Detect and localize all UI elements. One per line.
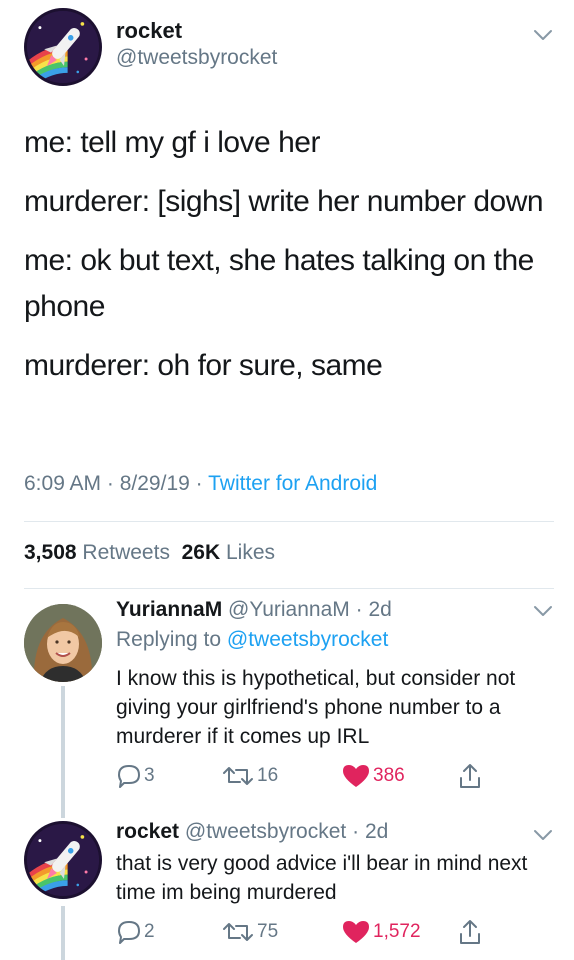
meta-separator: · bbox=[189, 472, 209, 495]
divider bbox=[24, 588, 554, 589]
reply-header: YuriannaM @YuriannaM · 2d bbox=[116, 598, 392, 621]
user-photo-icon bbox=[24, 604, 102, 682]
tweet-date[interactable]: 8/29/19 bbox=[120, 472, 190, 495]
tweet-stats: 3,508 Retweets 26K Likes bbox=[24, 541, 275, 565]
tweet-line: murderer: [sighs] write her number down bbox=[24, 185, 544, 218]
retweet-button[interactable]: 75 bbox=[221, 917, 278, 947]
like-button[interactable]: 386 bbox=[341, 761, 405, 791]
reply-text: that is very good advice i'll bear in mi… bbox=[116, 852, 528, 904]
likes-stat[interactable]: 26K Likes bbox=[182, 541, 275, 564]
tweet-source-link[interactable]: Twitter for Android bbox=[208, 472, 377, 495]
reply-text: I know this is hypothetical, but conside… bbox=[116, 667, 516, 748]
rocket-avatar-icon bbox=[27, 11, 99, 83]
tweet-line: me: ok but text, she hates talking on th… bbox=[24, 244, 534, 323]
thread-line bbox=[61, 686, 65, 818]
avatar[interactable] bbox=[24, 821, 102, 899]
tweet-text: me: tell my gf i love her murderer: [sig… bbox=[24, 120, 554, 402]
share-icon bbox=[460, 764, 480, 788]
rocket-avatar-icon bbox=[27, 824, 99, 896]
tweet-line: murderer: oh for sure, same bbox=[24, 349, 383, 382]
meta-separator: · bbox=[101, 472, 120, 495]
reply-icon bbox=[118, 765, 140, 788]
reply-count: 3 bbox=[144, 765, 155, 786]
reply-header: rocket @tweetsbyrocket · 2d bbox=[116, 820, 389, 843]
reply-icon bbox=[118, 921, 140, 944]
replying-prefix: Replying to bbox=[116, 628, 222, 651]
avatar[interactable] bbox=[24, 604, 102, 682]
user-handle[interactable]: @YuriannaM bbox=[228, 598, 350, 621]
like-count: 386 bbox=[373, 765, 405, 786]
share-button[interactable] bbox=[457, 917, 483, 947]
user-handle[interactable]: @tweetsbyrocket bbox=[185, 820, 346, 843]
retweet-button[interactable]: 16 bbox=[221, 761, 278, 791]
like-count: 1,572 bbox=[373, 921, 421, 942]
thread-line bbox=[61, 906, 65, 960]
tweet-actions: 3 16 386 bbox=[116, 761, 496, 791]
replying-to-link[interactable]: @tweetsbyrocket bbox=[227, 628, 388, 651]
user-handle[interactable]: @tweetsbyrocket bbox=[116, 46, 277, 70]
tweet-actions: 2 75 1,572 bbox=[116, 917, 496, 947]
tweet-meta: 6:09 AM · 8/29/19 · Twitter for Android bbox=[24, 472, 377, 496]
reply-button[interactable]: 3 bbox=[116, 761, 155, 791]
divider bbox=[24, 521, 554, 522]
tweet-age[interactable]: 2d bbox=[368, 598, 391, 621]
retweet-count: 16 bbox=[257, 765, 279, 786]
like-button[interactable]: 1,572 bbox=[341, 917, 421, 947]
reply-tweet: YuriannaM @YuriannaM · 2d Replying to @t… bbox=[0, 590, 574, 818]
display-name[interactable]: YuriannaM bbox=[116, 598, 222, 621]
display-name[interactable]: rocket bbox=[116, 820, 179, 843]
chevron-down-icon[interactable] bbox=[533, 604, 553, 618]
retweets-stat[interactable]: 3,508 Retweets bbox=[24, 541, 170, 564]
share-button[interactable] bbox=[457, 761, 483, 791]
reply-count: 2 bbox=[144, 921, 155, 942]
reply-tweet: rocket @tweetsbyrocket · 2d that is very… bbox=[0, 818, 574, 960]
retweet-count: 75 bbox=[257, 921, 279, 942]
share-icon bbox=[460, 920, 480, 944]
tweet-time: 6:09 AM bbox=[24, 472, 102, 495]
tweet-age[interactable]: 2d bbox=[365, 820, 388, 843]
reply-button[interactable]: 2 bbox=[116, 917, 155, 947]
tweet-line: me: tell my gf i love her bbox=[24, 126, 320, 159]
chevron-down-icon[interactable] bbox=[533, 828, 553, 842]
avatar[interactable] bbox=[24, 8, 102, 86]
retweet-icon bbox=[223, 923, 253, 941]
heart-icon bbox=[343, 921, 369, 943]
display-name[interactable]: rocket bbox=[116, 18, 182, 44]
replying-to: Replying to @tweetsbyrocket bbox=[116, 628, 388, 652]
chevron-down-icon[interactable] bbox=[533, 28, 553, 42]
retweet-icon bbox=[223, 767, 253, 785]
heart-icon bbox=[343, 765, 369, 787]
